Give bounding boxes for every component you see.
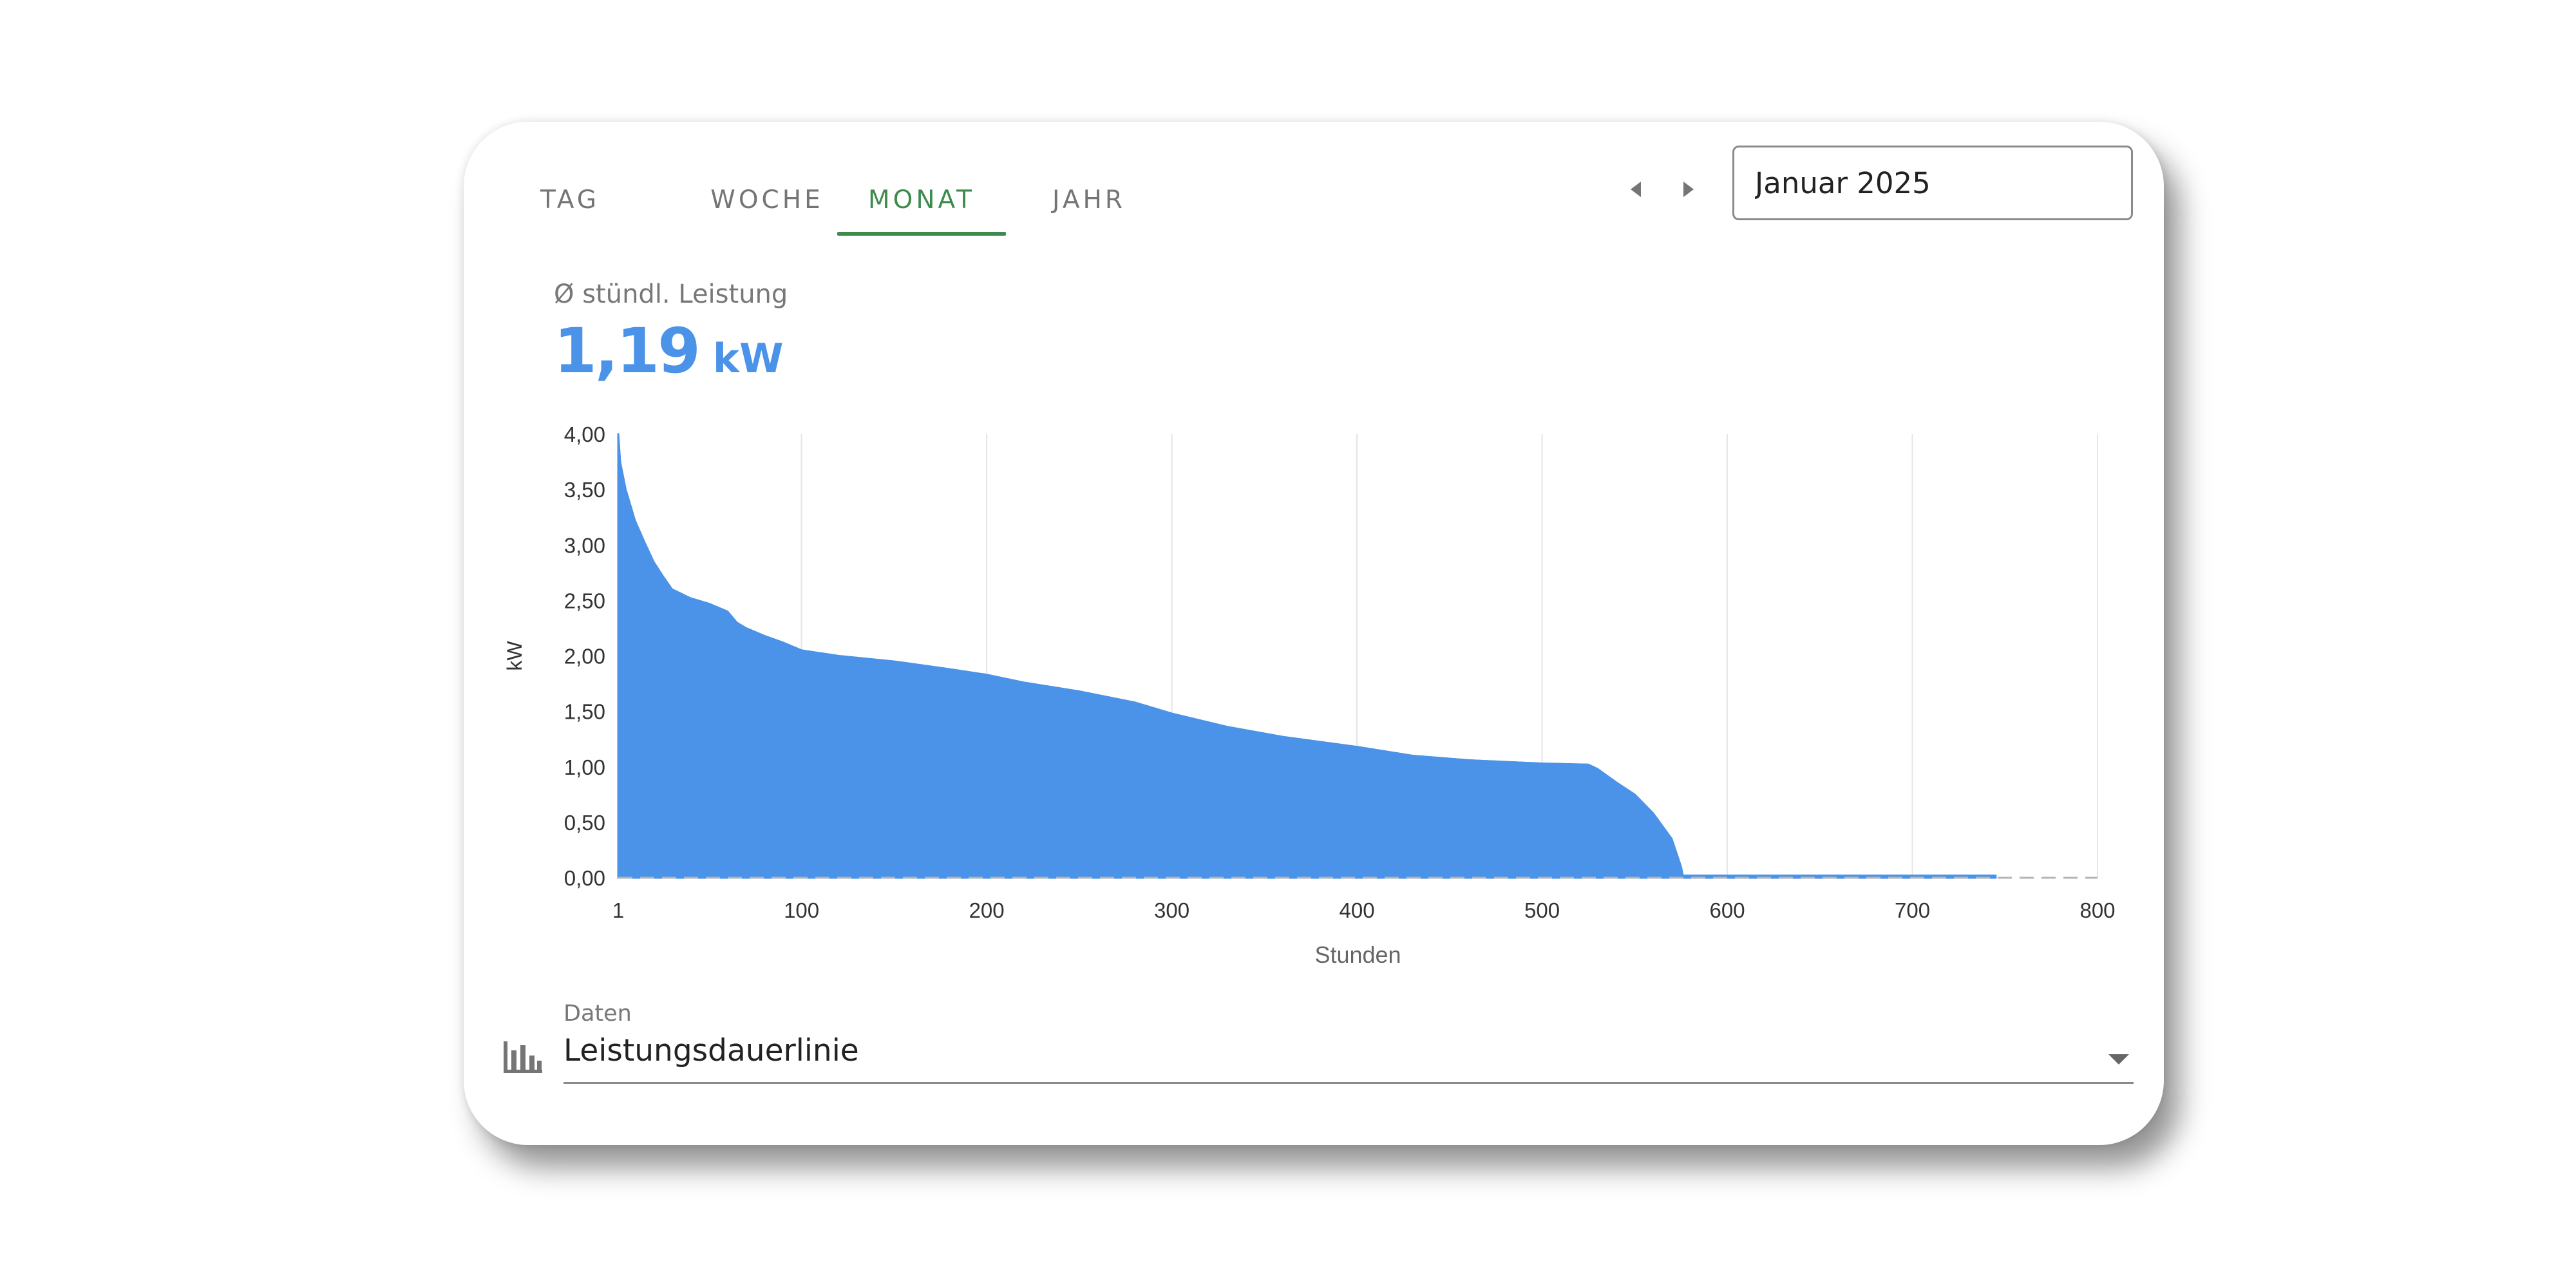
chart-gridlines: [800, 434, 2098, 878]
energy-card: TAG WOCHE MONAT JAHR Ø stündl. Leistung …: [464, 122, 2164, 1145]
caret-down-icon[interactable]: [2106, 1049, 2132, 1068]
bar-chart-icon: [504, 1041, 542, 1073]
average-power-unit: kW: [712, 335, 784, 382]
y-tick-label: 0,50: [564, 811, 605, 835]
previous-period-button[interactable]: [1616, 167, 1655, 212]
y-tick-label: 3,00: [564, 533, 605, 557]
tab-woche[interactable]: WOCHE: [683, 160, 851, 240]
data-select-label: Daten: [564, 1001, 632, 1027]
x-tick-label: 100: [784, 898, 819, 922]
tab-jahr[interactable]: JAHR: [1005, 160, 1173, 240]
y-tick-label: 1,00: [564, 755, 605, 779]
y-tick-label: 4,00: [564, 422, 605, 446]
x-tick-label: 500: [1524, 898, 1560, 922]
y-tick-label: 0,00: [564, 866, 605, 890]
series-area: [617, 433, 1997, 879]
tab-monat[interactable]: MONAT: [837, 160, 1006, 240]
series-line: [617, 433, 1996, 877]
x-tick-label: 800: [2079, 898, 2115, 922]
y-tick-label: 2,50: [564, 589, 605, 612]
chart-axes: 1 100 200 300 400 500 600 700 800 0,00 0,50 1,00 1,5…: [564, 422, 2116, 922]
average-power-number: 1,19: [554, 315, 701, 387]
chart-series: [617, 433, 1997, 879]
average-power-label: Ø stündl. Leistung: [554, 279, 788, 309]
x-axis-label: Stunden: [1314, 942, 1401, 968]
x-tick-label: 400: [1340, 898, 1375, 922]
caret-right-icon: [1683, 182, 1694, 197]
month-picker-input[interactable]: [1732, 146, 2133, 220]
x-tick-label: 700: [1895, 898, 1930, 922]
active-tab-indicator: [837, 232, 1006, 236]
next-period-button[interactable]: [1669, 167, 1708, 212]
caret-left-icon: [1631, 182, 1641, 197]
data-select-value: Leistungsdauerlinie: [564, 1033, 859, 1068]
y-tick-label: 1,50: [564, 700, 605, 724]
x-tick-label: 300: [1154, 898, 1189, 922]
y-tick-label: 3,50: [564, 478, 605, 502]
y-axis-label: kW: [503, 641, 526, 671]
data-select-underline: [564, 1082, 2134, 1084]
tab-tag[interactable]: TAG: [489, 160, 650, 240]
x-tick-label: 1: [612, 898, 624, 922]
y-tick-label: 2,00: [564, 645, 605, 668]
average-power-value: 1,19 kW: [554, 315, 783, 387]
period-tabs: TAG WOCHE MONAT JAHR: [464, 122, 1236, 238]
x-tick-label: 200: [969, 898, 1005, 922]
x-tick-label: 600: [1710, 898, 1745, 922]
